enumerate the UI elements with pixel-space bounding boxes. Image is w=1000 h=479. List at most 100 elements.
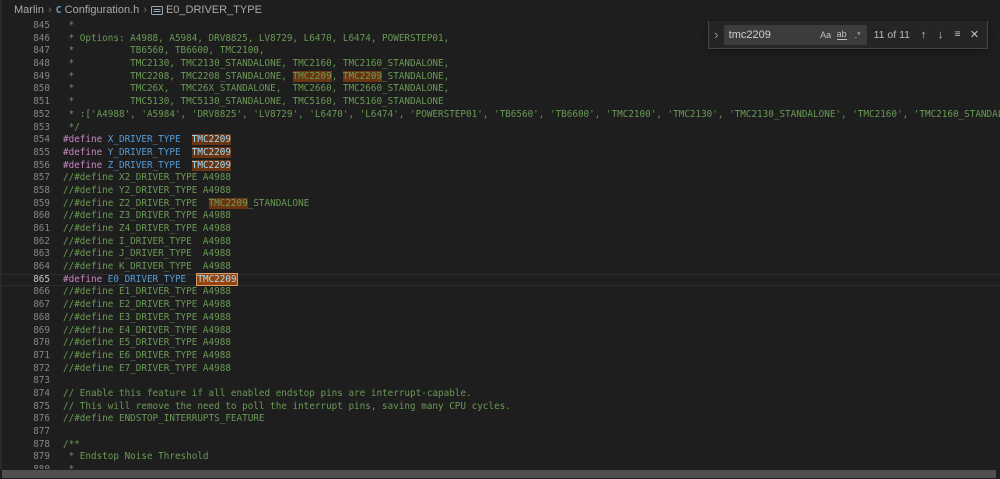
- code-line[interactable]: 852 * :['A4988', 'A5984', 'DRV8825', 'LV…: [0, 109, 1000, 122]
- line-number[interactable]: 873: [0, 375, 50, 388]
- find-input[interactable]: tmc2209 Aa ab .*: [724, 25, 867, 45]
- line-number[interactable]: 876: [0, 413, 50, 426]
- code-line[interactable]: 858//#define Y2_DRIVER_TYPE A4988: [0, 185, 1000, 198]
- line-number[interactable]: 853: [0, 122, 50, 135]
- breadcrumb-folder-label: Marlin: [14, 4, 44, 16]
- line-number[interactable]: 866: [0, 286, 50, 299]
- line-number[interactable]: 878: [0, 439, 50, 452]
- code-line[interactable]: 865#define E0_DRIVER_TYPE TMC2209: [0, 274, 1000, 287]
- line-number[interactable]: 858: [0, 185, 50, 198]
- code-line[interactable]: 853 */: [0, 122, 1000, 135]
- code-text: //#define X2_DRIVER_TYPE A4988: [50, 172, 231, 185]
- line-number[interactable]: 877: [0, 426, 50, 439]
- code-editor[interactable]: 845 *846 * Options: A4988, A5984, DRV882…: [0, 20, 1000, 479]
- breadcrumb-item-symbol[interactable]: E0_DRIVER_TYPE: [151, 4, 262, 16]
- code-line[interactable]: 859//#define Z2_DRIVER_TYPE TMC2209_STAN…: [0, 198, 1000, 211]
- code-line[interactable]: 876//#define ENDSTOP_INTERRUPTS_FEATURE: [0, 413, 1000, 426]
- code-line[interactable]: 857//#define X2_DRIVER_TYPE A4988: [0, 172, 1000, 185]
- line-number[interactable]: 870: [0, 337, 50, 350]
- line-number[interactable]: 849: [0, 71, 50, 84]
- line-number[interactable]: 862: [0, 236, 50, 249]
- code-line[interactable]: 879 * Endstop Noise Threshold: [0, 451, 1000, 464]
- code-text: //#define E5_DRIVER_TYPE A4988: [50, 337, 231, 350]
- line-number[interactable]: 850: [0, 83, 50, 96]
- code-line[interactable]: 864//#define K_DRIVER_TYPE A4988: [0, 261, 1000, 274]
- code-line[interactable]: 863//#define J_DRIVER_TYPE A4988: [0, 248, 1000, 261]
- arrow-down-icon: ↓: [938, 29, 944, 41]
- line-number[interactable]: 851: [0, 96, 50, 109]
- line-number[interactable]: 871: [0, 350, 50, 363]
- code-text: * Options: A4988, A5984, DRV8825, LV8729…: [50, 33, 449, 46]
- line-number[interactable]: 859: [0, 198, 50, 211]
- line-number[interactable]: 857: [0, 172, 50, 185]
- code-text: //#define E2_DRIVER_TYPE A4988: [50, 299, 231, 312]
- scrollbar-thumb[interactable]: [2, 470, 996, 478]
- code-text: //#define E4_DRIVER_TYPE A4988: [50, 325, 231, 338]
- breadcrumb-item-folder[interactable]: Marlin: [14, 4, 44, 16]
- breadcrumb-file-label: Configuration.h: [65, 4, 140, 16]
- find-in-selection-button[interactable]: ≡: [949, 26, 966, 44]
- line-number[interactable]: 847: [0, 45, 50, 58]
- line-number[interactable]: 846: [0, 33, 50, 46]
- code-line[interactable]: 860//#define Z3_DRIVER_TYPE A4988: [0, 210, 1000, 223]
- line-number[interactable]: 865: [0, 274, 50, 287]
- line-number[interactable]: 852: [0, 109, 50, 122]
- editor-lines: 845 *846 * Options: A4988, A5984, DRV882…: [0, 20, 1000, 477]
- line-number[interactable]: 856: [0, 160, 50, 173]
- code-text: * Endstop Noise Threshold: [50, 451, 209, 464]
- code-line[interactable]: 848 * TMC2130, TMC2130_STANDALONE, TMC21…: [0, 58, 1000, 71]
- line-number[interactable]: 875: [0, 401, 50, 414]
- line-number[interactable]: 860: [0, 210, 50, 223]
- code-line[interactable]: 878/**: [0, 439, 1000, 452]
- breadcrumb: Marlin › C Configuration.h › E0_DRIVER_T…: [0, 0, 1000, 20]
- match-case-icon[interactable]: Aa: [818, 27, 834, 43]
- code-line[interactable]: 872//#define E7_DRIVER_TYPE A4988: [0, 363, 1000, 376]
- line-number[interactable]: 868: [0, 312, 50, 325]
- code-line[interactable]: 850 * TMC26X, TMC26X_STANDALONE, TMC2660…: [0, 83, 1000, 96]
- line-number[interactable]: 848: [0, 58, 50, 71]
- code-line[interactable]: 855#define Y_DRIVER_TYPE TMC2209: [0, 147, 1000, 160]
- regex-icon[interactable]: .*: [850, 27, 866, 43]
- code-line[interactable]: 869//#define E4_DRIVER_TYPE A4988: [0, 325, 1000, 338]
- code-line[interactable]: 877: [0, 426, 1000, 439]
- code-line[interactable]: 849 * TMC2208, TMC2208_STANDALONE, TMC22…: [0, 71, 1000, 84]
- line-number[interactable]: 867: [0, 299, 50, 312]
- breadcrumb-item-file[interactable]: C Configuration.h: [56, 4, 140, 16]
- code-text: #define Y_DRIVER_TYPE TMC2209: [50, 147, 231, 160]
- code-line[interactable]: 875// This will remove the need to poll …: [0, 401, 1000, 414]
- line-number[interactable]: 861: [0, 223, 50, 236]
- line-number[interactable]: 864: [0, 261, 50, 274]
- code-text: //#define ENDSTOP_INTERRUPTS_FEATURE: [50, 413, 265, 426]
- line-number[interactable]: 863: [0, 248, 50, 261]
- code-line[interactable]: 866//#define E1_DRIVER_TYPE A4988: [0, 286, 1000, 299]
- code-line[interactable]: 867//#define E2_DRIVER_TYPE A4988: [0, 299, 1000, 312]
- line-number[interactable]: 872: [0, 363, 50, 376]
- line-number[interactable]: 845: [0, 20, 50, 33]
- code-line[interactable]: 856#define Z_DRIVER_TYPE TMC2209: [0, 160, 1000, 173]
- code-line[interactable]: 868//#define E3_DRIVER_TYPE A4988: [0, 312, 1000, 325]
- close-find-button[interactable]: ✕: [966, 26, 983, 44]
- previous-match-button[interactable]: ↑: [915, 26, 932, 44]
- line-number[interactable]: 854: [0, 134, 50, 147]
- code-line[interactable]: 851 * TMC5130, TMC5130_STANDALONE, TMC51…: [0, 96, 1000, 109]
- code-text: /**: [50, 439, 80, 452]
- code-line[interactable]: 870//#define E5_DRIVER_TYPE A4988: [0, 337, 1000, 350]
- code-line[interactable]: 861//#define Z4_DRIVER_TYPE A4988: [0, 223, 1000, 236]
- line-number[interactable]: 874: [0, 388, 50, 401]
- code-line[interactable]: 862//#define I_DRIVER_TYPE A4988: [0, 236, 1000, 249]
- code-text: // This will remove the need to poll the…: [50, 401, 511, 414]
- horizontal-scrollbar[interactable]: [0, 469, 1000, 479]
- line-number[interactable]: 855: [0, 147, 50, 160]
- whole-word-icon[interactable]: ab: [834, 27, 850, 43]
- line-number[interactable]: 879: [0, 451, 50, 464]
- find-results-count: 11 of 11: [874, 29, 910, 41]
- toggle-replace-chevron-icon[interactable]: ›: [709, 22, 724, 48]
- next-match-button[interactable]: ↓: [932, 26, 949, 44]
- code-text: // Enable this feature if all enabled en…: [50, 388, 472, 401]
- line-number[interactable]: 869: [0, 325, 50, 338]
- code-line[interactable]: 854#define X_DRIVER_TYPE TMC2209: [0, 134, 1000, 147]
- code-line[interactable]: 871//#define E6_DRIVER_TYPE A4988: [0, 350, 1000, 363]
- code-line[interactable]: 874// Enable this feature if all enabled…: [0, 388, 1000, 401]
- chevron-right-icon: ›: [143, 4, 147, 16]
- code-line[interactable]: 873: [0, 375, 1000, 388]
